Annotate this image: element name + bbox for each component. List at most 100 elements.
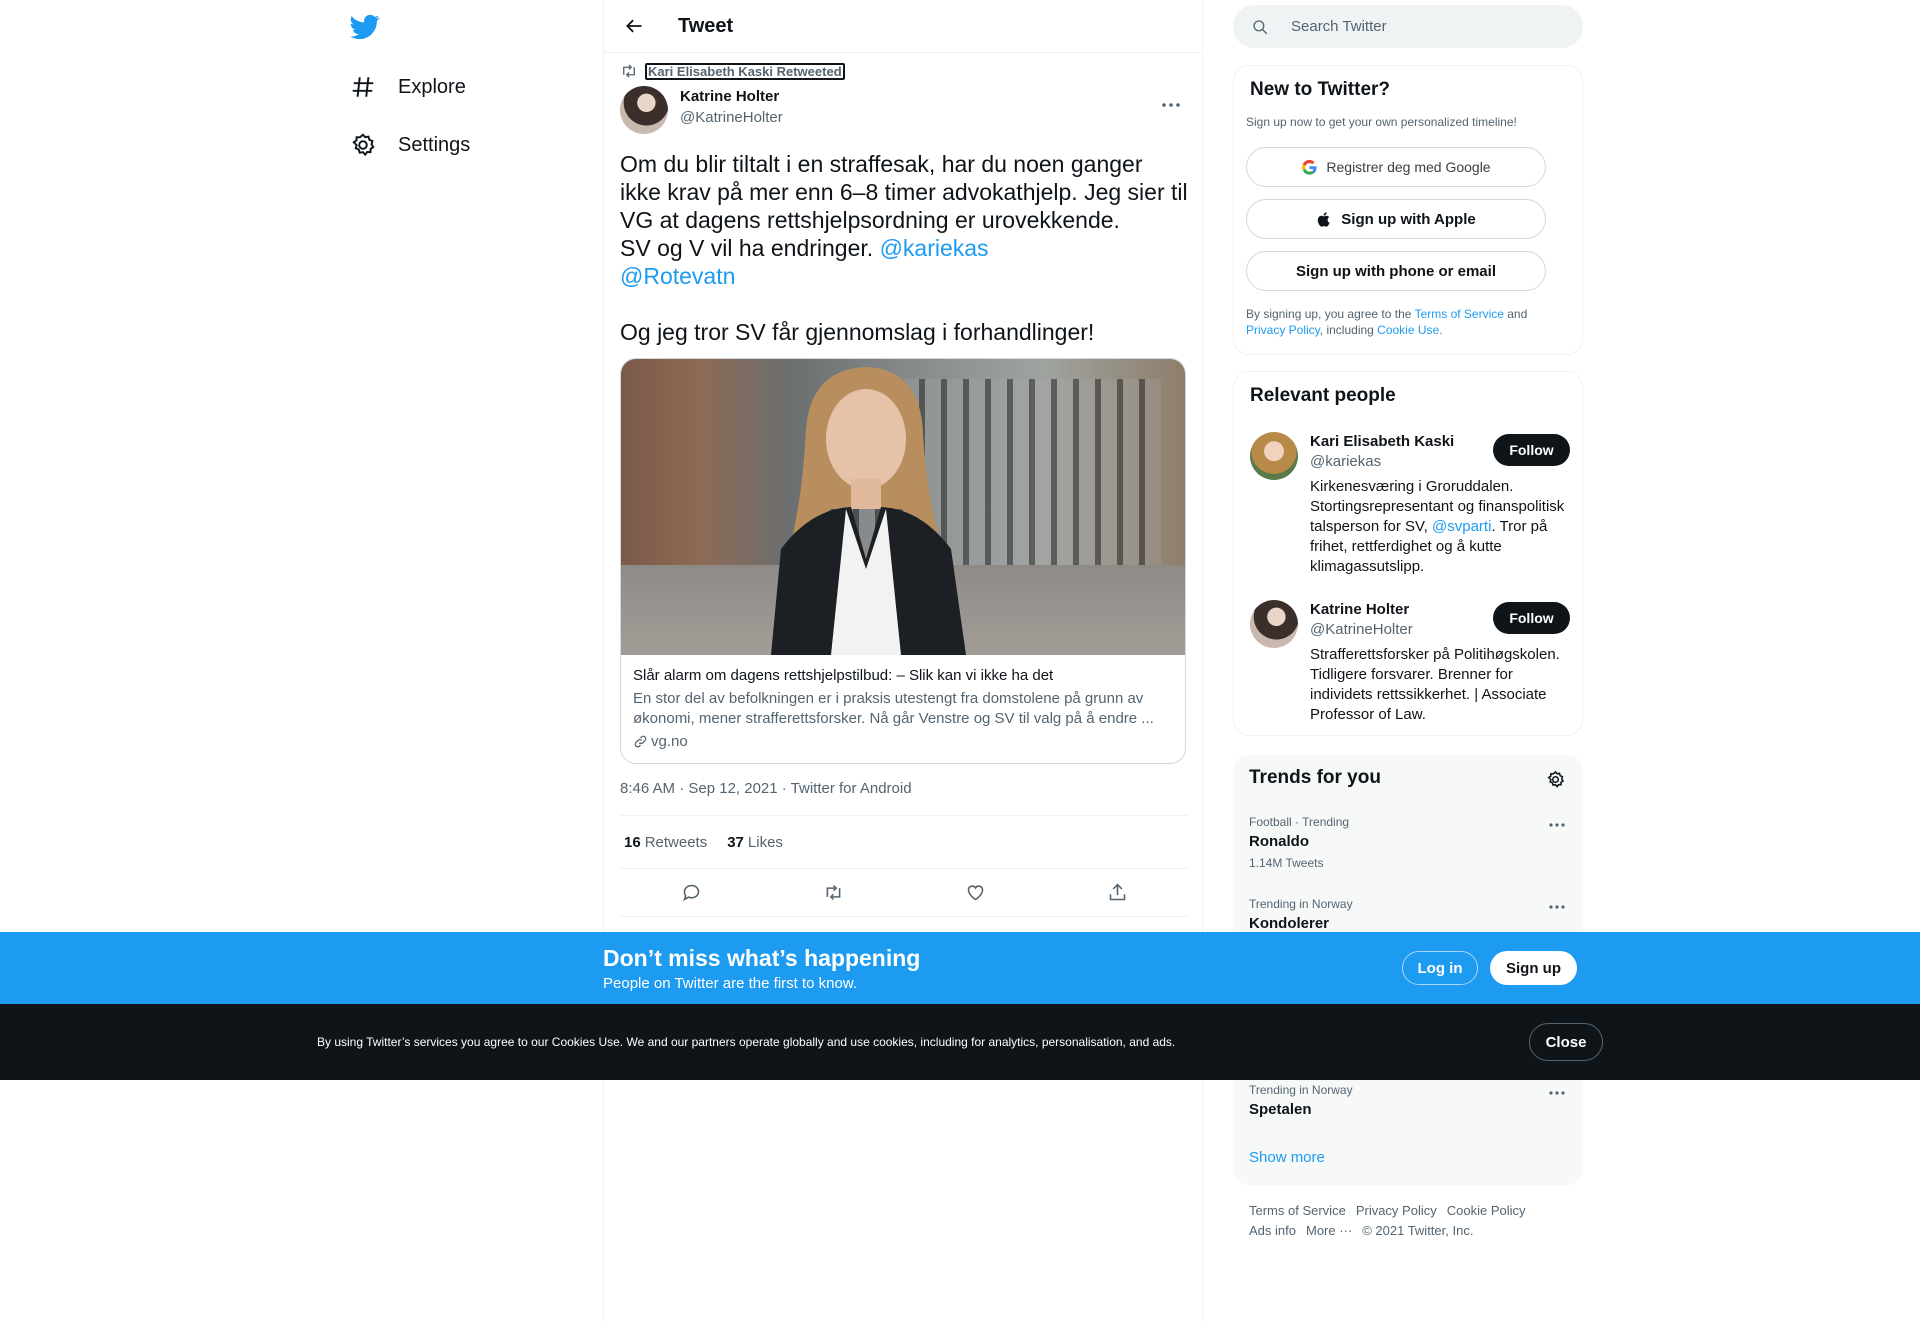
trend-name: Kondolerer (1249, 915, 1330, 932)
person-handle[interactable]: @KatrineHolter (1310, 621, 1413, 638)
tweet-more-button[interactable] (1156, 90, 1186, 120)
terms-prefix: By signing up, you agree to the (1246, 307, 1415, 321)
avatar[interactable] (1250, 432, 1298, 480)
banner-title: Don’t miss what’s happening (603, 945, 921, 971)
retweets-count: 16 (624, 833, 641, 851)
person-bio: Strafferettsforsker på Politihøgskolen. … (1310, 645, 1572, 725)
mention-link[interactable]: @kariekas (880, 235, 989, 261)
gear-icon (352, 133, 375, 157)
terms-and: and (1503, 307, 1528, 321)
apple-signup-label: Sign up with Apple (1341, 210, 1476, 228)
tweet-header: Tweet (604, 0, 1202, 53)
retweet-context: Kari Elisabeth Kaski Retweeted (620, 62, 845, 80)
arrow-left-icon (626, 19, 642, 33)
card-title: Slår alarm om dagens rettshjelpstilbud: … (633, 667, 1054, 684)
trend-more-button[interactable] (1545, 897, 1569, 917)
card-description: En stor del av befolkningen er i praksis… (633, 690, 1154, 727)
tweet-text-line2: SV og V vil ha endringer. (620, 235, 880, 261)
author-avatar[interactable] (620, 86, 668, 134)
mention-link[interactable]: @Rotevatn (620, 263, 735, 289)
footer-link[interactable]: Ads info (1249, 1223, 1296, 1238)
trend-item[interactable]: Trending in Norway Spetalen (1249, 1083, 1569, 1118)
trend-more-button[interactable] (1545, 1083, 1569, 1103)
tweet-stats: 16 Retweets 37 Likes (620, 815, 1188, 869)
card-image (621, 359, 1185, 655)
retweets-label: Retweets (644, 833, 708, 851)
twitter-bird-icon[interactable] (350, 12, 380, 42)
apple-icon (1318, 211, 1330, 227)
author-handle[interactable]: @KatrineHolter (680, 109, 783, 126)
cookie-close-button[interactable]: Close (1529, 1023, 1603, 1061)
terms-including: , including (1319, 323, 1378, 337)
terms-of-service-link[interactable]: Terms of Service (1415, 307, 1504, 321)
link-card[interactable]: Slår alarm om dagens rettshjelpstilbud: … (620, 358, 1186, 764)
mention-link[interactable]: @svparti (1432, 518, 1491, 535)
google-signup-button[interactable]: Registrer deg med Google (1246, 147, 1546, 187)
nav-explore[interactable]: Explore (350, 72, 466, 102)
new-to-twitter-title: New to Twitter? (1250, 79, 1391, 100)
apple-signup-button[interactable]: Sign up with Apple (1246, 199, 1546, 239)
person-bio: Kirkenesværing i Groruddalen. Stortingsr… (1310, 477, 1572, 577)
main-column: Tweet Kari Elisabeth Kaski Retweeted Kat… (603, 0, 1203, 1321)
copyright: © 2021 Twitter, Inc. (1362, 1223, 1474, 1238)
hashtag-icon (352, 77, 374, 97)
trend-item[interactable]: Football · Trending Ronaldo 1.14M Tweets (1249, 815, 1569, 870)
share-button[interactable] (1100, 876, 1134, 910)
trends-settings-button[interactable] (1543, 767, 1567, 791)
likes-count: 37 (727, 833, 744, 851)
more-horizontal-icon (1549, 1091, 1565, 1095)
signup-button[interactable]: Sign up (1490, 951, 1577, 985)
more-horizontal-icon (1549, 905, 1565, 909)
likes-stat[interactable]: 37 Likes (727, 834, 783, 851)
footer-link[interactable]: Privacy Policy (1356, 1203, 1437, 1218)
tweet-text-line1: Om du blir tiltalt i en straffesak, har … (620, 151, 1188, 233)
nav-explore-label: Explore (398, 75, 466, 98)
follow-button[interactable]: Follow (1493, 602, 1570, 634)
reply-button[interactable] (674, 876, 708, 910)
gear-icon (1547, 770, 1564, 788)
footer-more-link[interactable]: More ··· (1306, 1223, 1352, 1238)
footer-link[interactable]: Terms of Service (1249, 1203, 1346, 1218)
author-name[interactable]: Katrine Holter (680, 88, 779, 105)
privacy-policy-link[interactable]: Privacy Policy (1246, 323, 1320, 337)
cookie-use-link[interactable]: Cookie Use. (1377, 323, 1442, 337)
person-handle[interactable]: @kariekas (1310, 453, 1381, 470)
trend-count: 1.14M Tweets (1249, 856, 1324, 870)
signup-banner: Don’t miss what’s happening People on Tw… (0, 932, 1920, 1004)
phone-signup-button[interactable]: Sign up with phone or email (1246, 251, 1546, 291)
avatar[interactable] (1250, 600, 1298, 648)
follow-button[interactable]: Follow (1493, 434, 1570, 466)
like-button[interactable] (958, 876, 992, 910)
new-to-twitter-subtitle: Sign up now to get your own personalized… (1246, 115, 1517, 129)
tweet-timestamp[interactable]: 8:46 AM · Sep 12, 2021 · Twitter for And… (620, 780, 912, 797)
person-photo (771, 367, 966, 655)
share-icon (1109, 883, 1125, 901)
retweeted-by-link[interactable]: Kari Elisabeth Kaski Retweeted (645, 62, 845, 80)
search-input[interactable] (1291, 18, 1551, 35)
show-more-link[interactable]: Show more (1249, 1149, 1325, 1166)
footer-link[interactable]: Cookie Policy (1447, 1203, 1526, 1218)
tweet-text: Om du blir tiltalt i en straffesak, har … (620, 150, 1188, 346)
trends-title: Trends for you (1249, 767, 1381, 788)
trend-meta: Trending in Norway (1249, 897, 1353, 911)
trend-more-button[interactable] (1545, 815, 1569, 835)
trend-meta: Football · Trending (1249, 815, 1350, 829)
trend-name: Ronaldo (1249, 833, 1309, 850)
phone-signup-label: Sign up with phone or email (1295, 262, 1496, 280)
more-horizontal-icon (1162, 103, 1180, 107)
retweet-button[interactable] (816, 876, 850, 910)
retweet-icon (623, 64, 635, 78)
login-button[interactable]: Log in (1402, 951, 1478, 985)
trend-meta: Trending in Norway (1249, 1083, 1353, 1097)
person-name[interactable]: Kari Elisabeth Kaski (1310, 433, 1454, 450)
search-box[interactable] (1233, 5, 1583, 48)
likes-label: Likes (747, 833, 783, 851)
trend-item[interactable]: Trending in Norway Kondolerer (1249, 897, 1569, 932)
nav-settings[interactable]: Settings (350, 130, 470, 160)
card-domain: vg.no (633, 733, 688, 750)
person-name[interactable]: Katrine Holter (1310, 601, 1409, 618)
retweets-stat[interactable]: 16 Retweets (624, 834, 707, 851)
cookie-banner: By using Twitter’s services you agree to… (0, 1004, 1920, 1080)
back-button[interactable] (620, 12, 648, 40)
google-icon (1302, 159, 1317, 175)
